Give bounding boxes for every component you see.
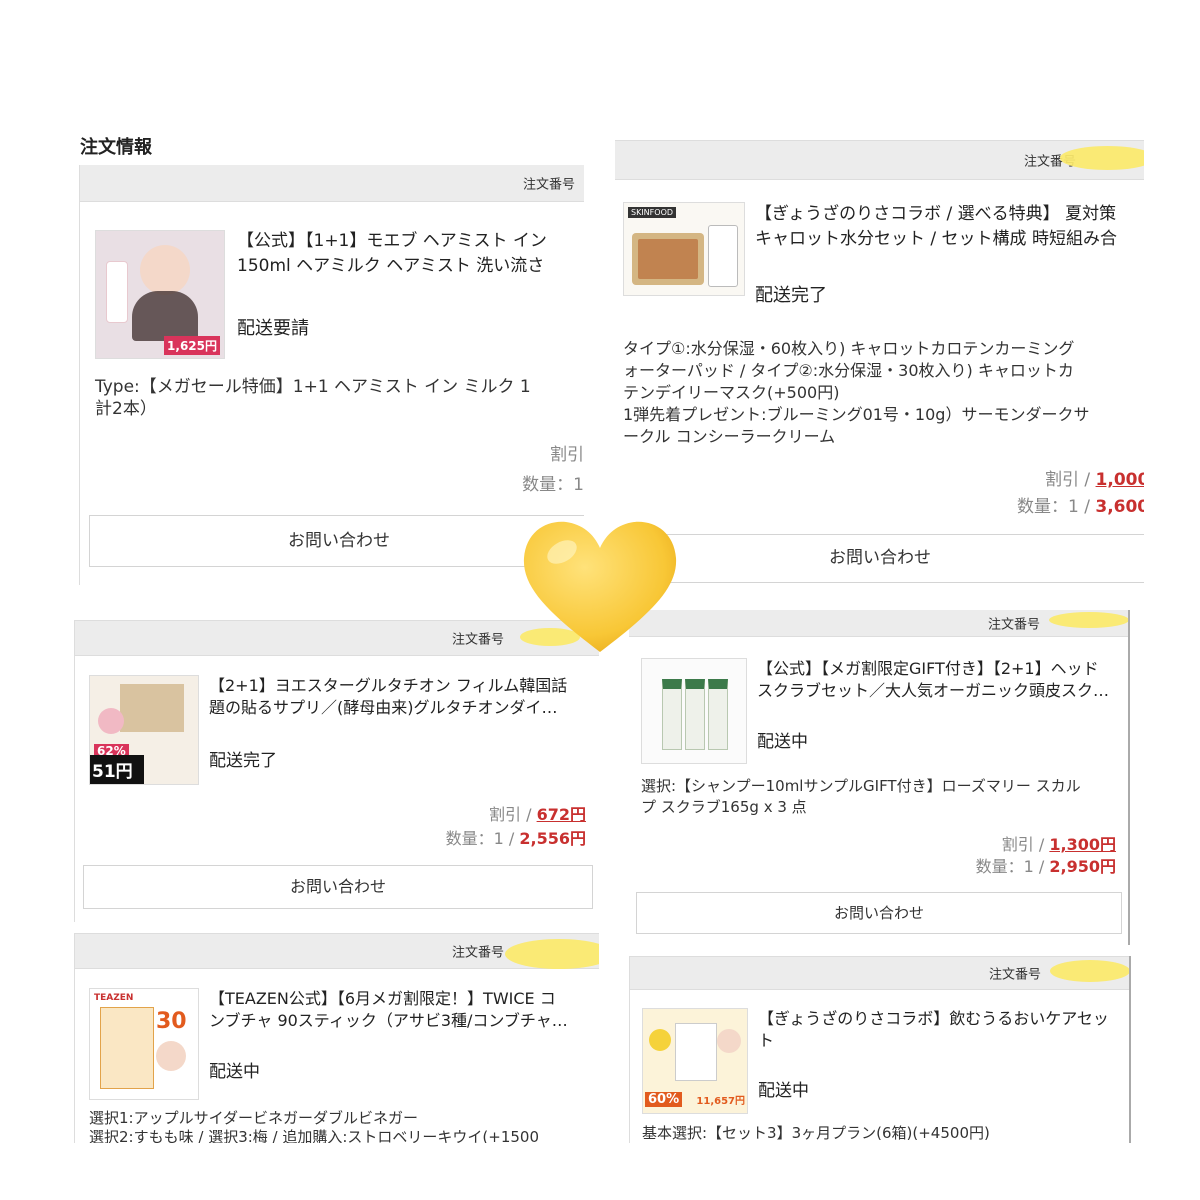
order-card-2: 注文番号 SKINFOOD 【ぎょうざのりさコラボ / 選べる特典】 夏対策 キ… <box>615 140 1144 583</box>
delivery-status: 配送要請 <box>237 318 309 339</box>
hair-mist-bottle-icon <box>106 261 128 323</box>
product-options: 基本選択:【セット3】3ヶ月プラン(6箱)(+4500円) <box>642 1124 990 1142</box>
mask-pack-icon <box>708 225 738 287</box>
thumb-stick-count: 30 <box>156 1009 187 1034</box>
contact-button[interactable]: お問い合わせ <box>636 892 1122 934</box>
product-title[interactable]: 【ぎょうざのりさコラボ】飲むうるおいケアセッ ト <box>758 1008 1109 1052</box>
quantity-label: 数量：1 / <box>975 857 1050 876</box>
order-number-label: 注文番号 <box>452 632 505 648</box>
model-face-icon <box>156 1041 186 1071</box>
product-thumbnail[interactable] <box>641 658 747 764</box>
kombucha-box-icon <box>100 1007 154 1089</box>
discount-label: 割引 / <box>489 805 537 824</box>
contact-button[interactable]: お問い合わせ <box>83 865 593 909</box>
discount-row: 割引 / 672円 <box>489 801 586 825</box>
product-options: 選択1:アップルサイダービネガーダブルビネガー 選択2:すもも味 / 選択3:梅… <box>89 1109 540 1143</box>
teazen-brand-label: TEAZEN <box>94 993 134 1003</box>
product-title[interactable]: 【ぎょうざのりさコラボ / 選べる特典】 夏対策 キャロット水分セット / セッ… <box>755 202 1117 252</box>
scrub-tube-icon <box>708 679 728 750</box>
order-number-label: 注文番号 <box>452 945 505 961</box>
product-title[interactable]: 【公式】【メガ割限定GIFT付き】【2+1】ヘッド スクラブセット／大人気オーガ… <box>757 658 1109 702</box>
product-thumbnail[interactable]: 62% 51円 <box>89 675 199 785</box>
product-thumbnail[interactable]: 1,625円 <box>95 230 225 359</box>
order-number-label: 注文番号 <box>988 617 1041 633</box>
discount-label: 割引 / <box>1001 835 1050 854</box>
care-set-box-icon <box>675 1023 717 1081</box>
delivery-status: 配送中 <box>758 1081 809 1101</box>
discount-row: 割引 / 1,000 <box>1045 465 1144 490</box>
redaction-scribble <box>1049 612 1128 628</box>
product-options: Type:【メガセール特価】1+1 ヘアミスト イン ミルク 1 計2本） <box>95 377 531 419</box>
quantity-row: 数量：1 / 2,556円 <box>446 825 586 849</box>
order-card-3: 注文番号 62% 51円 【2+1】ヨエスターグルタチオン フィルム韓国話 題の… <box>74 620 599 922</box>
thumb-discount-pct: 60% <box>645 1092 683 1107</box>
product-options: 選択:【シャンプー10mlサンプルGIFT付き】ローズマリー スカル プ スクラ… <box>641 777 1081 816</box>
section-heading: 注文情報 <box>80 137 152 158</box>
quantity-row: 数量：1 <box>522 470 584 495</box>
discount-label: 割引 <box>550 445 584 465</box>
scrub-tube-icon <box>662 679 682 750</box>
product-title[interactable]: 【公式】【1+1】モエブ ヘアミスト イン 150ml ヘアミルク ヘアミスト … <box>237 229 547 279</box>
discount-row: 割引 <box>550 440 584 465</box>
product-title[interactable]: 【2+1】ヨエスターグルタチオン フィルム韓国話 題の貼るサプリ／(酵母由来)グ… <box>209 675 567 719</box>
thumb-sale-price: 51円 <box>90 755 144 784</box>
discount-row: 割引 / 1,300円 <box>1002 831 1116 855</box>
redaction-scribble <box>1060 146 1144 170</box>
discount-amount: 672円 <box>536 805 586 824</box>
product-thumbnail[interactable]: TEAZEN 30 <box>89 988 199 1100</box>
thumb-sale-price: 11,657円 <box>696 1096 745 1107</box>
thumb-price-badge: 1,625円 <box>164 336 220 355</box>
discount-label: 割引 / <box>1045 470 1096 490</box>
quantity-label: 数量：1 / <box>445 829 520 848</box>
delivery-status: 配送中 <box>757 732 808 752</box>
product-thumbnail[interactable]: SKINFOOD <box>623 202 745 296</box>
quantity-label: 数量：1 / <box>1017 497 1096 517</box>
total-amount: 3,600 <box>1095 497 1144 517</box>
redaction-scribble <box>1050 960 1129 982</box>
order-number-label: 注文番号 <box>523 177 576 193</box>
delivery-status: 配送完了 <box>209 751 277 771</box>
quantity-row: 数量：1 / 3,600 <box>1017 492 1144 517</box>
delivery-status: 配送中 <box>209 1062 260 1082</box>
scrub-tube-icon <box>685 679 705 750</box>
model-face-icon <box>717 1029 741 1053</box>
product-title[interactable]: 【TEAZEN公式】【6月メガ割限定！】TWICE コ ンブチャ 90スティック… <box>209 988 568 1032</box>
product-thumbnail[interactable]: 60% 11,657円 <box>642 1008 748 1114</box>
model-face-icon <box>140 245 190 295</box>
lemon-icon <box>649 1029 671 1051</box>
order-card-5: 注文番号 TEAZEN 30 【TEAZEN公式】【6月メガ割限定！】TWICE… <box>74 933 599 1143</box>
supplement-box-icon <box>120 684 184 732</box>
carrot-pad-jar-icon <box>632 233 704 285</box>
discount-amount: 1,000 <box>1095 470 1144 490</box>
contact-button[interactable]: お問い合わせ <box>615 534 1144 583</box>
order-number-label: 注文番号 <box>989 967 1042 983</box>
order-card-4: 注文番号 【公式】【メガ割限定GIFT付き】【2+1】ヘッド スクラブセット／大… <box>629 610 1130 945</box>
delivery-status: 配送完了 <box>755 285 827 306</box>
skinfood-brand-label: SKINFOOD <box>628 207 677 218</box>
quantity-row: 数量：1 / 2,950円 <box>976 853 1116 877</box>
product-options: タイプ①:水分保湿・60枚入り) キャロットカロテンカーミング ォーターパッド … <box>623 339 1090 446</box>
order-card-6: 注文番号 60% 11,657円 【ぎょうざのりさコラボ】飲むうるおいケアセッ … <box>629 956 1131 1143</box>
total-amount: 2,950円 <box>1049 857 1116 876</box>
discount-amount: 1,300円 <box>1049 835 1116 854</box>
contact-button[interactable]: お問い合わせ <box>89 515 584 567</box>
total-amount: 2,556円 <box>519 829 586 848</box>
yellow-heart-icon <box>523 521 677 652</box>
order-card-1: 注文情報 注文番号 1,625円 【公式】【1+1】モエブ ヘアミスト イン 1… <box>62 130 584 585</box>
quantity-label: 数量：1 <box>522 475 584 495</box>
order-header: 注文番号 <box>80 165 584 202</box>
